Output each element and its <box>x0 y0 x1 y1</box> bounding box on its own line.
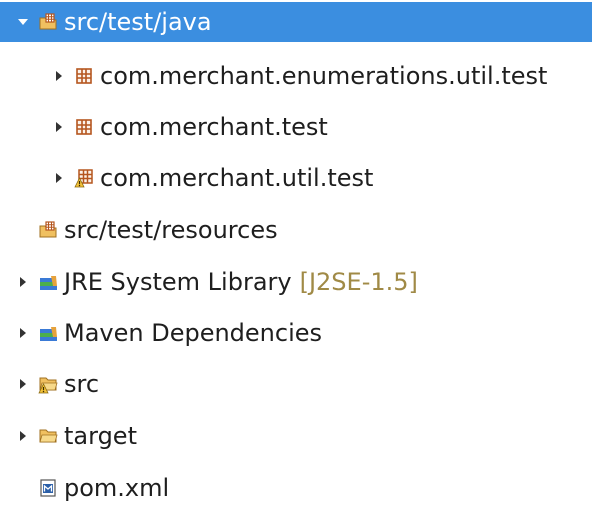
tree-item-label: src <box>64 370 100 398</box>
library-icon <box>38 323 58 343</box>
tree-item-jre-library[interactable]: JRE System Library [J2SE-1.5] <box>0 262 418 302</box>
tree-item-label: pom.xml <box>64 474 170 502</box>
tree-item-label: JRE System Library <box>64 268 292 296</box>
tree-item-package[interactable]: com.merchant.util.test <box>0 158 373 198</box>
package-folder-icon <box>38 220 58 240</box>
collapse-arrow-icon[interactable] <box>16 376 30 392</box>
package-warning-icon <box>74 168 94 188</box>
collapse-arrow-icon[interactable] <box>16 325 30 341</box>
tree-item-package[interactable]: com.merchant.enumerations.util.test <box>0 56 547 96</box>
package-folder-icon <box>38 12 58 32</box>
collapse-arrow-icon[interactable] <box>52 68 66 84</box>
collapse-arrow-icon[interactable] <box>16 428 30 444</box>
tree-item-target-folder[interactable]: target <box>0 416 137 456</box>
package-icon <box>74 66 94 86</box>
tree-item-label: com.merchant.enumerations.util.test <box>100 62 548 90</box>
maven-file-icon <box>38 478 58 498</box>
tree-item-label: src/test/resources <box>64 216 278 244</box>
tree-item-src-folder[interactable]: src <box>0 364 99 404</box>
package-icon <box>74 117 94 137</box>
tree-item-maven-dependencies[interactable]: Maven Dependencies <box>0 313 322 353</box>
collapse-arrow-icon[interactable] <box>16 274 30 290</box>
tree-item-label: com.merchant.test <box>100 113 328 141</box>
tree-item-label: src/test/java <box>64 8 212 36</box>
folder-warning-icon <box>38 374 58 394</box>
package-explorer-tree: src/test/java com.merchant.enumerations.… <box>0 0 592 509</box>
tree-item-label: Maven Dependencies <box>64 319 323 347</box>
tree-item-label: com.merchant.util.test <box>100 164 374 192</box>
library-icon <box>38 272 58 292</box>
tree-item-source-folder[interactable]: src/test/resources <box>0 210 278 250</box>
collapse-arrow-icon[interactable] <box>52 170 66 186</box>
tree-item-label: target <box>64 422 137 450</box>
folder-icon <box>38 426 58 446</box>
collapse-arrow-icon[interactable] <box>52 119 66 135</box>
tree-item-package[interactable]: com.merchant.test <box>0 107 328 147</box>
tree-item-pom-xml[interactable]: pom.xml <box>0 468 169 508</box>
tree-item-src-test-java[interactable]: src/test/java <box>0 2 592 42</box>
expand-arrow-icon[interactable] <box>16 14 30 30</box>
tree-item-decoration: [J2SE-1.5] <box>299 268 418 296</box>
